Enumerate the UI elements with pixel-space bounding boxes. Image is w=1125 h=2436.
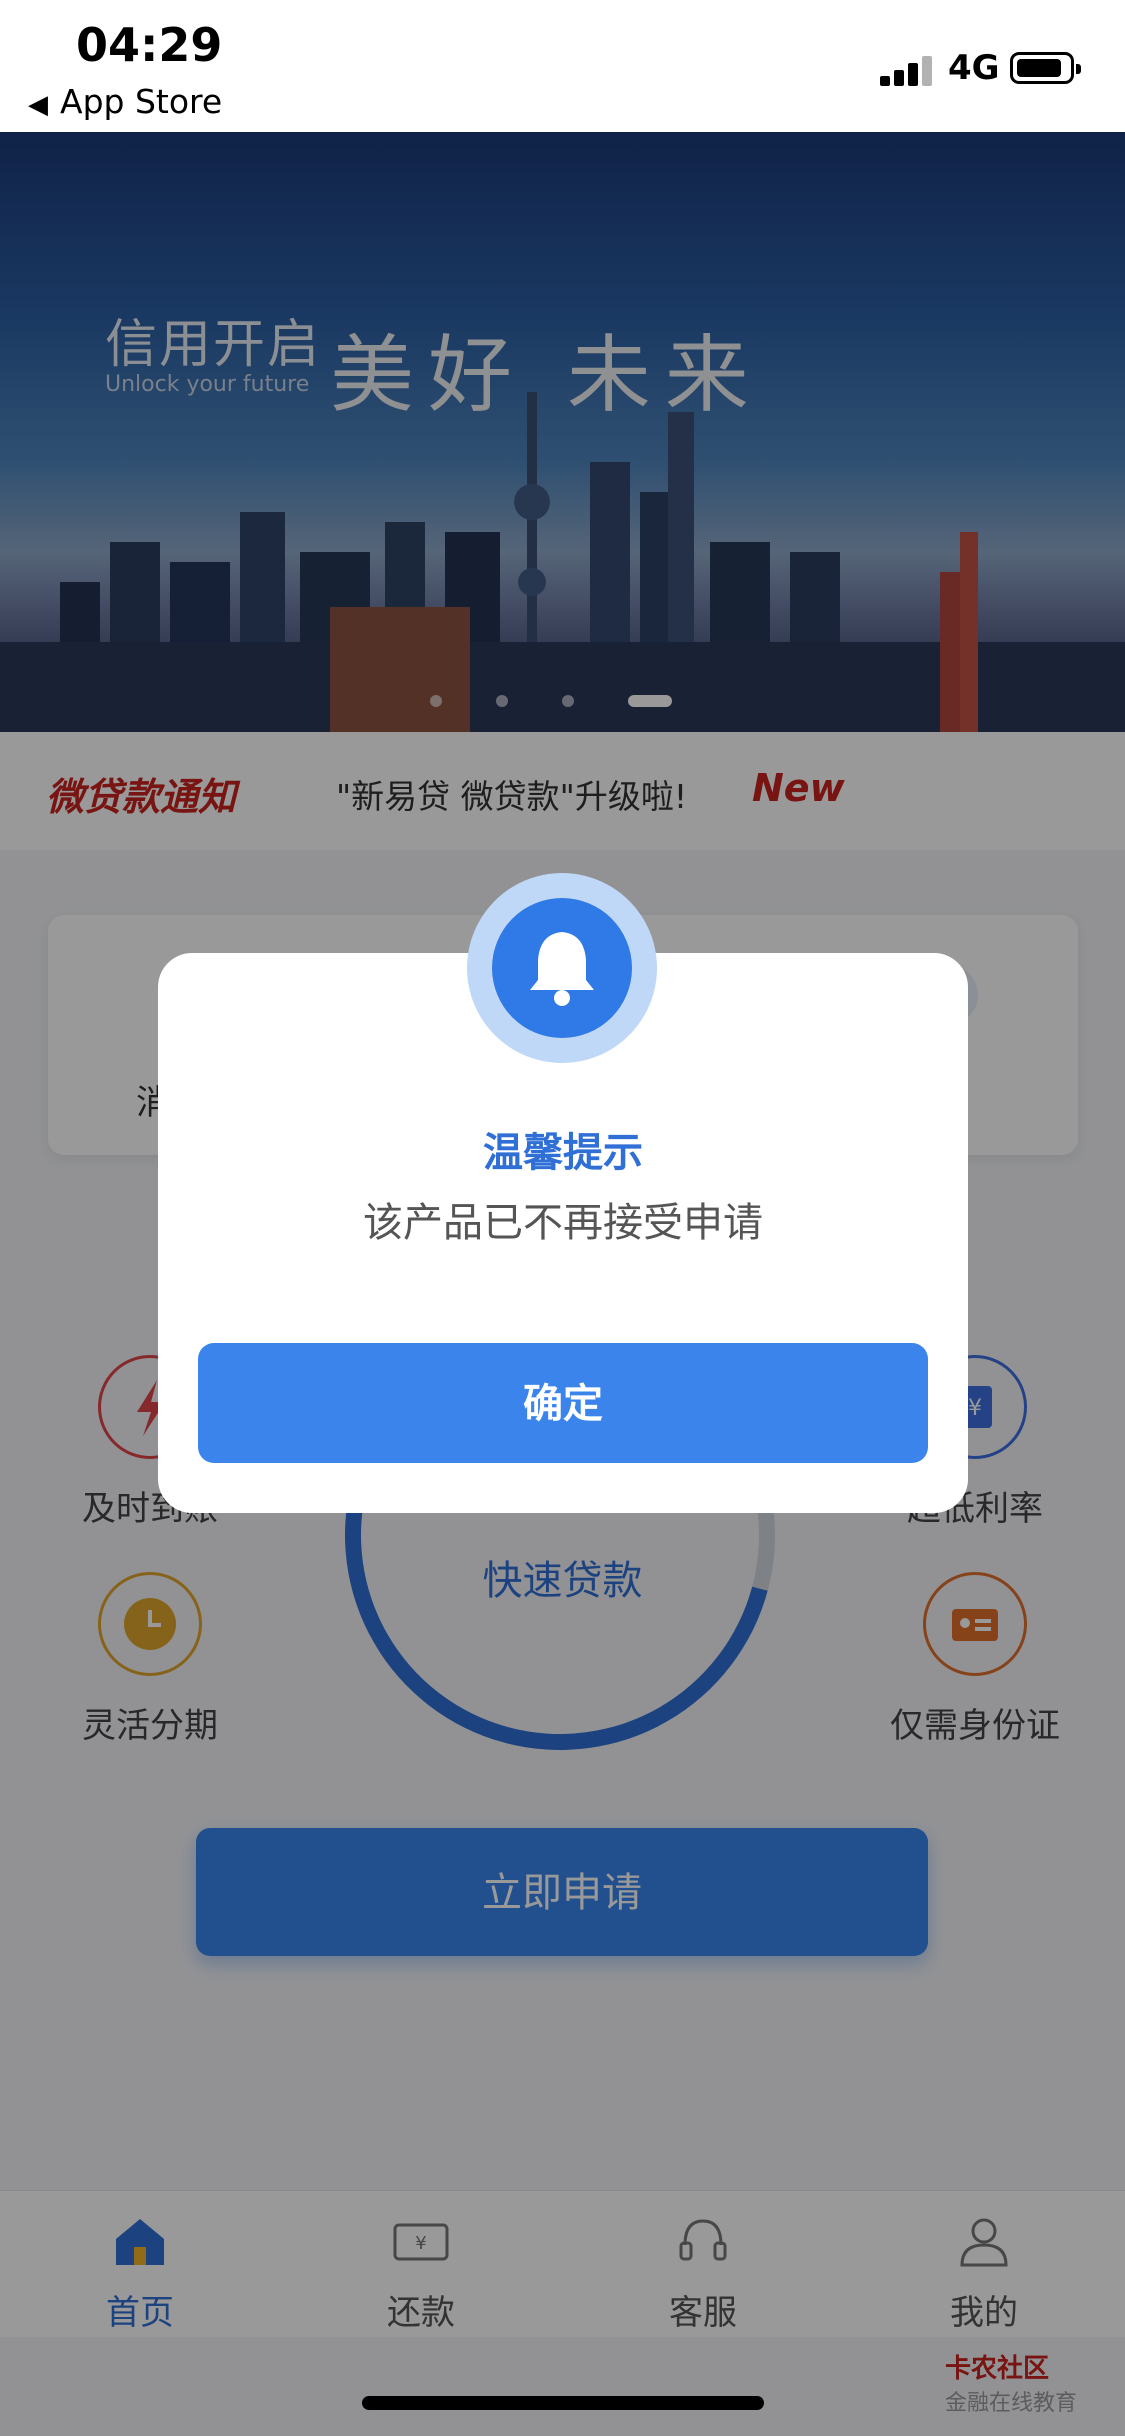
dialog-message: 该产品已不再接受申请: [363, 1200, 763, 1246]
confirm-button[interactable]: 确定: [198, 1343, 928, 1463]
back-arrow-icon: ◀: [28, 90, 48, 120]
signal-icon: [880, 54, 934, 86]
dialog-title: 温馨提示: [483, 1130, 643, 1176]
status-time-overlay: 04:29: [76, 18, 223, 72]
network-label: 4G: [948, 48, 1000, 88]
bell-icon: [492, 898, 632, 1038]
back-to-app-store-link-overlay[interactable]: ◀ App Store: [28, 82, 222, 121]
battery-icon: [1010, 52, 1081, 84]
